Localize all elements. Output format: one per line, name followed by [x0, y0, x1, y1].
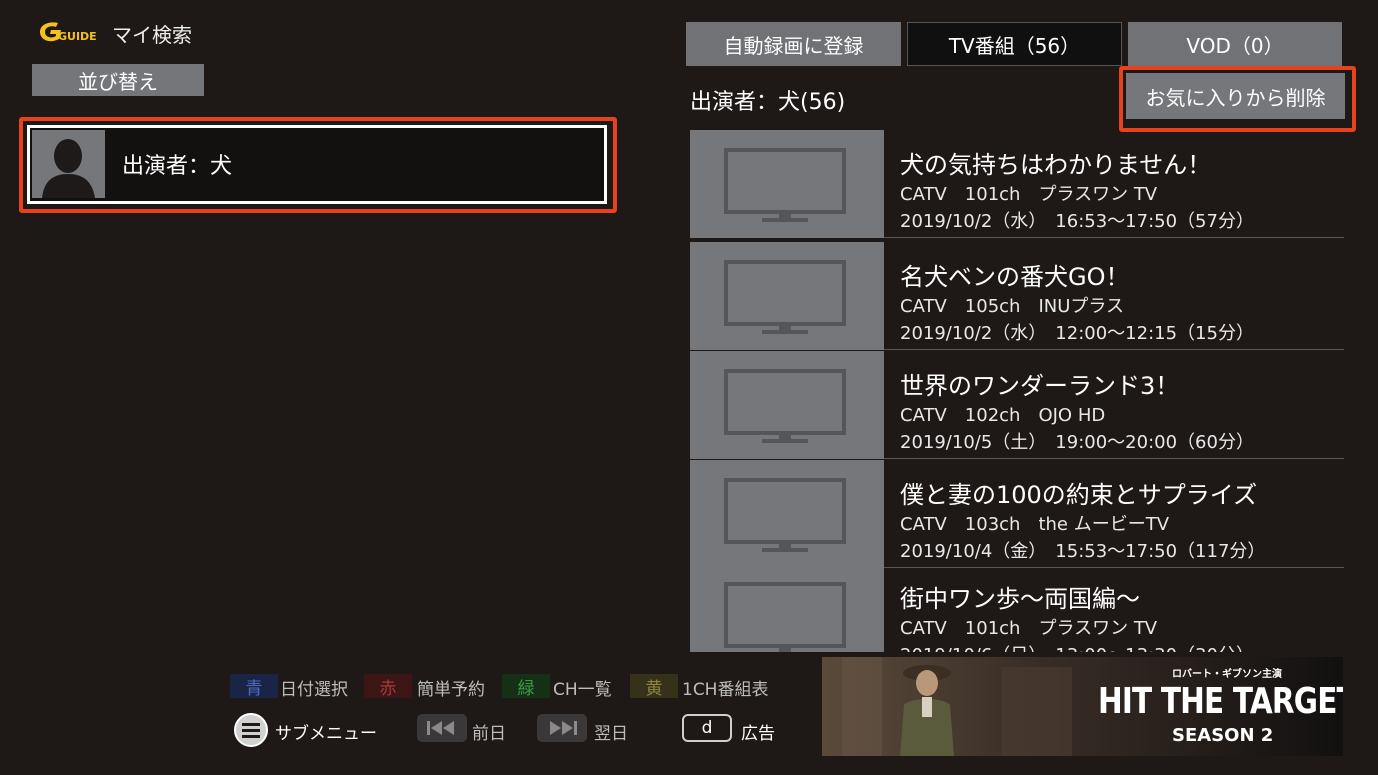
skip-back-icon — [417, 714, 467, 746]
row-divider — [884, 237, 1344, 238]
svg-text:GUIDE: GUIDE — [58, 30, 97, 43]
red-key: 赤 — [364, 674, 412, 699]
program-channel: CATV 101ch プラスワン TV — [900, 184, 1158, 205]
person-silhouette-icon — [32, 130, 105, 198]
ad-label: 広告 — [741, 724, 775, 744]
program-channel: CATV 103ch the ムービーTV — [900, 514, 1170, 535]
ad-banner[interactable]: ロバート・ギブソン主演 HIT THE TARGET SEASON 2 — [822, 657, 1343, 756]
red-key-label: 簡単予約 — [417, 680, 485, 700]
tab-vod[interactable]: VOD（0） — [1128, 22, 1342, 66]
menu-icon — [233, 712, 269, 747]
tab-tv-programs[interactable]: TV番組（56） — [907, 22, 1122, 66]
program-title: 僕と妻の100の約束とサプライズ — [900, 481, 1258, 509]
submenu-label: サブメニュー — [275, 724, 377, 744]
program-row[interactable]: 名犬ベンの番犬GO！ CATV 105ch INUプラス 2019/10/2（水… — [690, 242, 1344, 350]
program-list: 犬の気持ちはわかりません！ CATV 101ch プラスワン TV 2019/1… — [690, 130, 1350, 652]
program-title: 街中ワン歩〜両国編〜 — [900, 585, 1140, 613]
skip-forward-icon — [537, 714, 587, 746]
page-title: マイ検索 — [112, 23, 192, 47]
program-channel: CATV 101ch プラスワン TV — [900, 618, 1158, 639]
program-row[interactable]: 街中ワン歩〜両国編〜 CATV 101ch プラスワン TV 2019/10/6… — [690, 564, 1344, 652]
yellow-key-label: 1CH番組表 — [682, 680, 769, 700]
saved-search-label: 出演者：犬 — [122, 154, 233, 179]
green-key-label: CH一覧 — [553, 680, 612, 700]
gguide-logo: GUIDE — [36, 18, 98, 46]
tv-thumbnail-icon — [690, 460, 884, 568]
ad-title: HIT THE TARGET — [1098, 681, 1343, 722]
saved-search-item[interactable] — [27, 125, 607, 204]
green-key: 緑 — [502, 674, 550, 699]
program-title: 犬の気持ちはわかりません！ — [900, 151, 1212, 179]
tv-thumbnail-icon — [690, 351, 884, 459]
prev-day-label: 前日 — [472, 724, 506, 744]
program-time: 2019/10/5（土） 19:00〜20:00（60分） — [900, 432, 1254, 453]
program-title: 世界のワンダーランド3！ — [900, 372, 1180, 400]
tab-auto-record[interactable]: 自動録画に登録 — [686, 22, 901, 66]
program-time: 2019/10/6（日） 13:00〜13:30（30分） — [900, 641, 1254, 652]
program-title: 名犬ベンの番犬GO！ — [900, 263, 1130, 291]
ad-tagline: ロバート・ギブソン主演 — [1172, 669, 1282, 680]
tv-thumbnail-icon — [690, 242, 884, 350]
row-divider — [884, 458, 1344, 459]
results-heading: 出演者：犬(56) — [690, 90, 846, 115]
program-row[interactable]: 犬の気持ちはわかりません！ CATV 101ch プラスワン TV 2019/1… — [690, 130, 1344, 238]
program-row[interactable]: 僕と妻の100の約束とサプライズ CATV 103ch the ムービーTV 2… — [690, 460, 1344, 568]
sort-button[interactable]: 並び替え — [32, 64, 204, 96]
program-time: 2019/10/2（水） 16:53〜17:50（57分） — [900, 211, 1254, 232]
blue-key: 青 — [230, 674, 278, 699]
blue-key-label: 日付選択 — [280, 680, 348, 700]
ad-subtitle: SEASON 2 — [1172, 725, 1274, 746]
program-time: 2019/10/2（水） 12:00〜12:15（15分） — [900, 323, 1254, 344]
program-time: 2019/10/4（金） 15:53〜17:50（117分） — [900, 541, 1266, 562]
program-channel: CATV 102ch OJO HD — [900, 405, 1106, 426]
remove-favorite-button[interactable]: お気に入りから削除 — [1126, 73, 1345, 119]
tv-thumbnail-icon — [690, 130, 884, 238]
program-channel: CATV 105ch INUプラス — [900, 296, 1125, 317]
row-divider — [884, 349, 1344, 350]
tv-thumbnail-icon — [690, 564, 884, 652]
yellow-key: 黄 — [630, 674, 678, 699]
program-row[interactable]: 世界のワンダーランド3！ CATV 102ch OJO HD 2019/10/5… — [690, 351, 1344, 459]
next-day-label: 翌日 — [594, 724, 628, 744]
d-button-icon: d — [682, 714, 732, 742]
